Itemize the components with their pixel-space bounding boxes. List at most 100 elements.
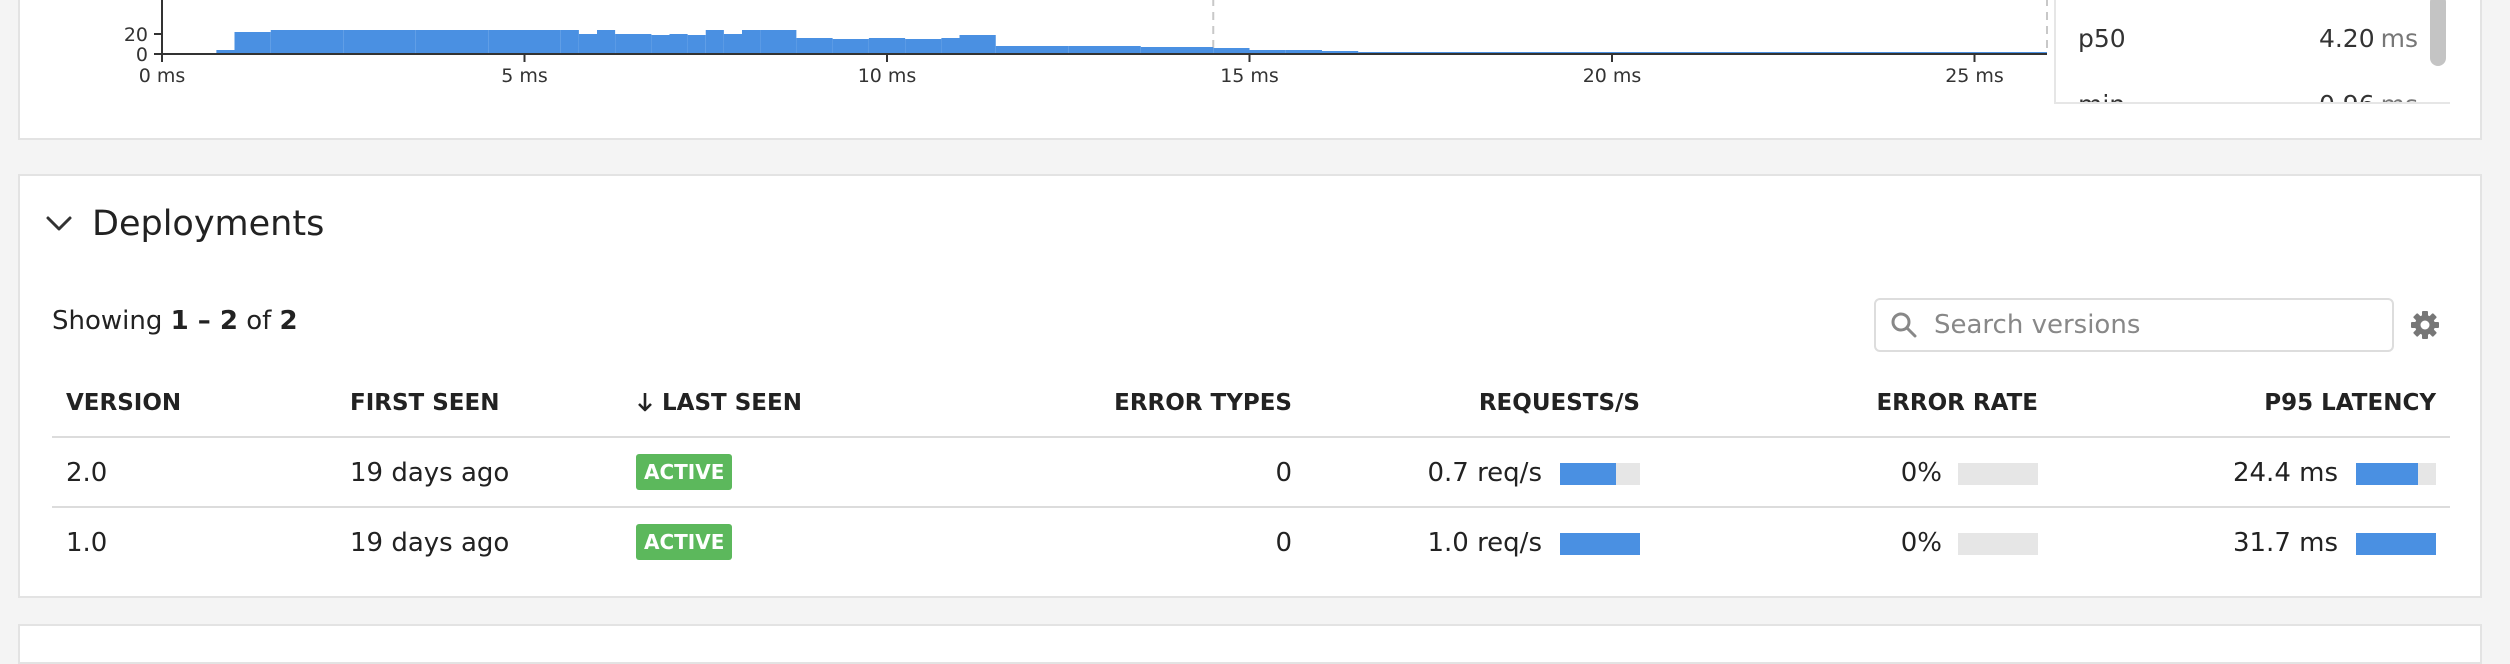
histogram-bar	[832, 39, 869, 54]
histogram-bar	[723, 34, 742, 54]
histogram-bar	[1140, 47, 1177, 54]
histogram-bar	[1104, 46, 1141, 54]
section-title: Deployments	[92, 204, 325, 244]
stat-value: 0.96	[2319, 90, 2375, 102]
p95-latency-cell: 31.7 ms	[2232, 528, 2338, 558]
histogram-bar	[669, 34, 688, 54]
column-header-version[interactable]: VERSION	[66, 390, 181, 416]
stat-unit: ms	[2380, 24, 2418, 53]
error-rate-cell: 0%	[1900, 458, 1942, 488]
histogram-bar	[651, 35, 670, 54]
error-rate-cell: 0%	[1900, 528, 1942, 558]
histogram-bar	[343, 30, 380, 54]
histogram-y-tick-label: 20	[124, 24, 148, 46]
histogram-x-tick-label: 0 ms	[139, 65, 186, 87]
histogram-bar	[796, 38, 833, 54]
sort-descending-icon	[638, 393, 652, 412]
histogram-x-tick-label: 20 ms	[1583, 65, 1642, 87]
stat-value: 4.20	[2318, 24, 2375, 53]
histogram-bar	[415, 30, 452, 54]
error-rate-bar	[1958, 533, 2038, 555]
histogram-bar	[868, 38, 906, 54]
histogram-bar	[452, 30, 489, 54]
histogram-bar	[234, 32, 271, 54]
status-badge: ACTIVE	[636, 453, 733, 490]
histogram-bar	[615, 34, 652, 54]
stats-scrollbar[interactable]	[2430, 0, 2446, 66]
histogram-bar	[560, 30, 579, 54]
table-row[interactable]: 1.0 19 days ago ACTIVE 0 1.0 req/s 0% 31…	[52, 508, 2450, 578]
version-cell[interactable]: 2.0	[66, 438, 107, 508]
deployments-header[interactable]: Deployments	[44, 200, 324, 248]
column-header-p95-latency[interactable]: P95 LATENCY	[2264, 390, 2436, 416]
histogram-bar	[742, 30, 761, 54]
stat-label: min	[2078, 90, 2125, 102]
latency-distribution-panel: 0 ms 5 ms 10 ms 15 ms 20 ms 25 ms 0 20 p50 4.20…	[18, 0, 2482, 140]
p95-latency-bar	[2356, 533, 2436, 555]
gear-icon[interactable]	[2410, 310, 2440, 340]
histogram-bar	[1068, 46, 1105, 54]
histogram-bar	[307, 30, 344, 54]
requests-bar-fill	[1560, 533, 1640, 555]
histogram-bar	[379, 30, 416, 54]
column-header-requests[interactable]: REQUESTS/S	[1479, 390, 1640, 416]
error-types-cell: 0	[1275, 458, 1292, 488]
histogram-bar	[705, 30, 724, 54]
p95-latency-cell: 24.4 ms	[2232, 458, 2338, 488]
requests-bar-fill	[1560, 463, 1616, 485]
stat-row-min: min 0.96 ms	[2078, 90, 2418, 102]
search-icon	[1891, 312, 1917, 338]
stat-unit: ms	[2381, 90, 2418, 102]
requests-bar	[1560, 533, 1640, 555]
histogram-bar	[687, 35, 706, 54]
histogram-y-tick-label: 0	[136, 44, 148, 66]
column-header-error-rate[interactable]: ERROR RATE	[1876, 390, 2038, 416]
error-rate-bar	[1958, 463, 2038, 485]
histogram-bar	[995, 46, 1032, 54]
search-input[interactable]	[1932, 309, 2376, 341]
last-seen-cell: ACTIVE	[636, 508, 733, 578]
histogram-x-tick-label: 25 ms	[1945, 65, 2004, 87]
showing-total: 2	[279, 306, 298, 336]
histogram-x-tick-label: 5 ms	[501, 65, 548, 87]
latency-histogram: 0 ms 5 ms 10 ms 15 ms 20 ms 25 ms 020	[124, 0, 2048, 87]
histogram-bar	[1177, 47, 1214, 54]
first-seen-cell: 19 days ago	[350, 458, 510, 488]
pagination-summary: Showing 1 – 2 of 2	[52, 306, 298, 336]
histogram-x-tick-label: 15 ms	[1220, 65, 1279, 87]
histogram-bar	[959, 35, 996, 54]
histogram-bar	[941, 38, 960, 54]
latency-stats-list[interactable]: p50 4.20ms min 0.96ms	[2054, 0, 2450, 104]
histogram-bar	[597, 30, 616, 54]
deployments-panel: Deployments Showing 1 – 2 of 2 VERSION F…	[18, 174, 2482, 598]
requests-cell: 0.7 req/s	[1427, 458, 1542, 488]
showing-range: 1 – 2	[170, 306, 238, 336]
histogram-bar	[524, 30, 561, 54]
showing-of: of	[246, 306, 272, 336]
histogram-bar	[905, 39, 942, 54]
table-row[interactable]: 2.0 19 days ago ACTIVE 0 0.7 req/s 0% 24…	[52, 438, 2450, 508]
histogram-x-tick-label: 10 ms	[858, 65, 917, 87]
p95-latency-bar-fill	[2356, 463, 2418, 485]
version-cell[interactable]: 1.0	[66, 508, 107, 578]
showing-prefix: Showing	[52, 306, 163, 336]
histogram-bar	[270, 30, 307, 54]
next-panel	[18, 624, 2482, 664]
search-versions-box[interactable]	[1874, 298, 2394, 352]
last-seen-cell: ACTIVE	[636, 438, 733, 508]
chevron-down-icon[interactable]	[44, 209, 74, 239]
column-header-first-seen[interactable]: FIRST SEEN	[350, 390, 499, 416]
status-badge: ACTIVE	[636, 523, 733, 560]
first-seen-cell: 19 days ago	[350, 528, 510, 558]
column-header-last-seen[interactable]: LAST SEEN	[636, 390, 802, 416]
error-types-cell: 0	[1275, 528, 1292, 558]
stat-label: p50	[2078, 24, 2126, 53]
column-header-error-types[interactable]: ERROR TYPES	[1114, 390, 1292, 416]
requests-bar	[1560, 463, 1640, 485]
column-header-last-seen-label: LAST SEEN	[662, 390, 802, 416]
requests-cell: 1.0 req/s	[1427, 528, 1542, 558]
histogram-bar	[578, 34, 597, 54]
stat-row-p50: p50 4.20 ms	[2078, 24, 2418, 64]
histogram-bar	[1032, 46, 1069, 54]
p95-latency-bar-fill	[2356, 533, 2436, 555]
